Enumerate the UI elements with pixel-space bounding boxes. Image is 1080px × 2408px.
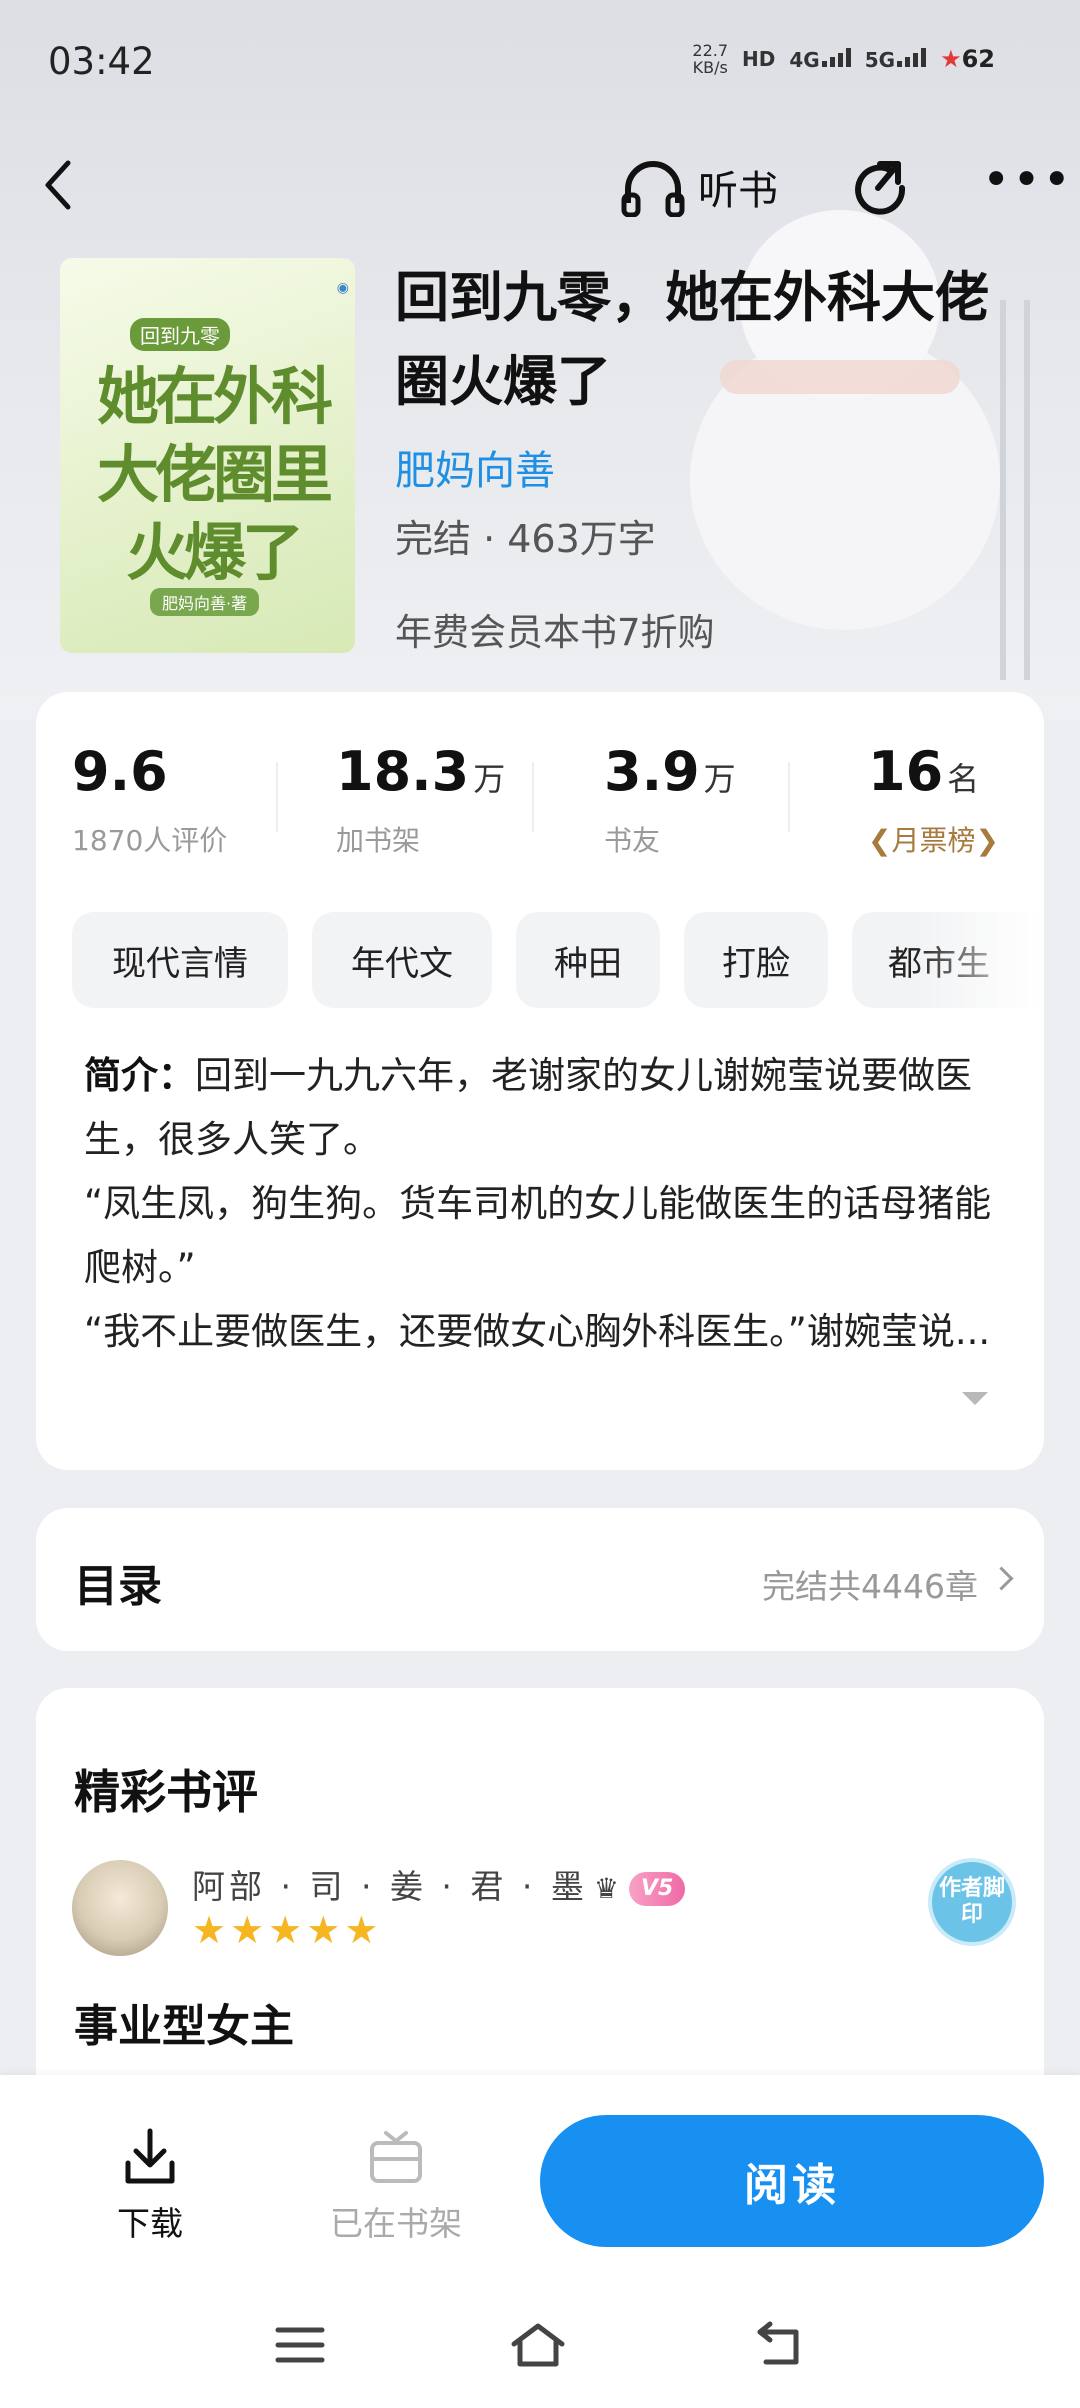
download-button[interactable]: 下载 <box>70 2127 230 2245</box>
listen-button[interactable]: 听书 <box>620 155 778 219</box>
divider <box>532 762 534 832</box>
download-label: 下载 <box>117 2204 183 2243</box>
battery-star-icon: ★ <box>940 45 962 73</box>
listen-label: 听书 <box>698 168 778 214</box>
bottom-action-bar: 下载 已在书架 阅读 <box>0 2075 1080 2278</box>
stat-fans[interactable]: 3.9 万 书友 <box>604 742 736 859</box>
on-shelf-label: 已在书架 <box>330 2204 462 2243</box>
read-button[interactable]: 阅读 <box>540 2115 1044 2247</box>
back-icon[interactable] <box>750 2320 810 2370</box>
status-bar: 03:42 22.7 KB/s HD 4G 5G ★62 <box>0 0 1080 130</box>
chevron-right-icon <box>989 1566 1014 1591</box>
book-stats-card: 9.6 1870人评价 18.3 万 加书架 3.9 万 书友 16 名 ❮月票榜❯ … <box>36 692 1044 1470</box>
rating-stars: ★ ★ ★ ★ ★ <box>192 1910 378 1950</box>
more-options-icon[interactable]: ••• <box>982 156 1071 210</box>
status-indicators: 22.7 KB/s HD 4G 5G ★62 <box>692 42 995 76</box>
laurel-right-icon: ❯ <box>975 824 999 857</box>
tag-chip[interactable]: 现代言情 <box>72 912 288 1008</box>
star-icon: ★ <box>192 1908 227 1952</box>
publisher-logo: ◉ <box>336 280 349 296</box>
headphones-icon <box>621 161 685 217</box>
tag-chip[interactable]: 年代文 <box>312 912 492 1008</box>
avatar[interactable] <box>72 1860 168 1956</box>
table-of-contents-card[interactable]: 目录 完结共4446章 <box>36 1508 1044 1651</box>
toc-chapter-count: 完结共4446章 <box>762 1567 978 1606</box>
home-icon[interactable] <box>508 2320 568 2370</box>
stat-shelf: 18.3 万 加书架 <box>336 740 506 858</box>
book-intro[interactable]: 简介：回到一九九六年，老谢家的女儿谢婉莹说要做医生，很多人笑了。 “凤生凤，狗生… <box>84 1044 1004 1364</box>
signal-4g-icon: 4G <box>789 47 851 72</box>
bookshelf-icon <box>370 2131 422 2183</box>
star-icon: ★ <box>306 1908 341 1952</box>
system-navigation-bar <box>0 2278 1080 2408</box>
expand-arrow-icon[interactable] <box>962 1392 988 1405</box>
tag-list: 现代言情 年代文 种田 打脸 都市生 <box>72 912 1044 1012</box>
star-icon: ★ <box>230 1908 265 1952</box>
download-icon <box>125 2128 175 2184</box>
hd-icon: HD <box>742 47 776 71</box>
stat-rating[interactable]: 9.6 1870人评价 <box>72 742 227 859</box>
share-icon[interactable] <box>850 158 912 220</box>
cover-tag: 回到九零 <box>130 318 230 351</box>
signal-5g-icon: 5G <box>865 47 927 72</box>
book-cover[interactable]: ◉ 回到九零 她在外科大佬圈里火爆了 肥妈向善·著 <box>60 258 355 653</box>
book-title: 回到九零，她在外科大佬圈火爆了 <box>395 266 989 413</box>
review-heading[interactable]: 事业型女主 <box>74 1990 294 2054</box>
membership-promo[interactable]: 年费会员本书7折购 <box>395 602 715 656</box>
on-shelf-button[interactable]: 已在书架 <box>316 2127 476 2245</box>
intro-label: 简介： <box>84 1054 195 1097</box>
vip-level-badge: V5 <box>629 1871 686 1906</box>
status-time: 03:42 <box>48 40 155 83</box>
battery-indicator: ★62 <box>940 45 995 73</box>
reviews-title: 精彩书评 <box>74 1765 258 1819</box>
star-icon: ★ <box>344 1908 379 1952</box>
menu-icon[interactable] <box>270 2320 330 2370</box>
cover-title: 她在外科大佬圈里火爆了 <box>96 360 333 589</box>
divider <box>276 762 278 832</box>
crown-icon: ♛ <box>593 1872 623 1905</box>
divider <box>788 762 790 832</box>
stat-monthly-rank[interactable]: 16 名 ❮月票榜❯ <box>868 742 999 859</box>
network-speed: 22.7 KB/s <box>692 41 729 77</box>
book-meta: 完结 · 463万字 <box>395 517 656 561</box>
author-stamp-badge: 作者脚印 <box>928 1858 1016 1946</box>
toc-title: 目录 <box>74 1561 162 1612</box>
star-icon: ★ <box>268 1908 303 1952</box>
laurel-left-icon: ❮ <box>868 824 892 857</box>
back-arrow-icon[interactable] <box>40 155 80 215</box>
tag-fade <box>914 912 1044 1012</box>
tag-chip[interactable]: 打脸 <box>684 912 828 1008</box>
tag-chip[interactable]: 种田 <box>516 912 660 1008</box>
reviewer-name[interactable]: 阿部 · 司 · 姜 · 君 · 墨 ♛ V5 <box>192 1860 686 1908</box>
reviews-card: 精彩书评 阿部 · 司 · 姜 · 君 · 墨 ♛ V5 ★ ★ ★ ★ ★ 作者脚… <box>36 1688 1044 2128</box>
book-author-link[interactable]: 肥妈向善 <box>395 438 555 496</box>
cover-author: 肥妈向善·著 <box>150 588 260 616</box>
